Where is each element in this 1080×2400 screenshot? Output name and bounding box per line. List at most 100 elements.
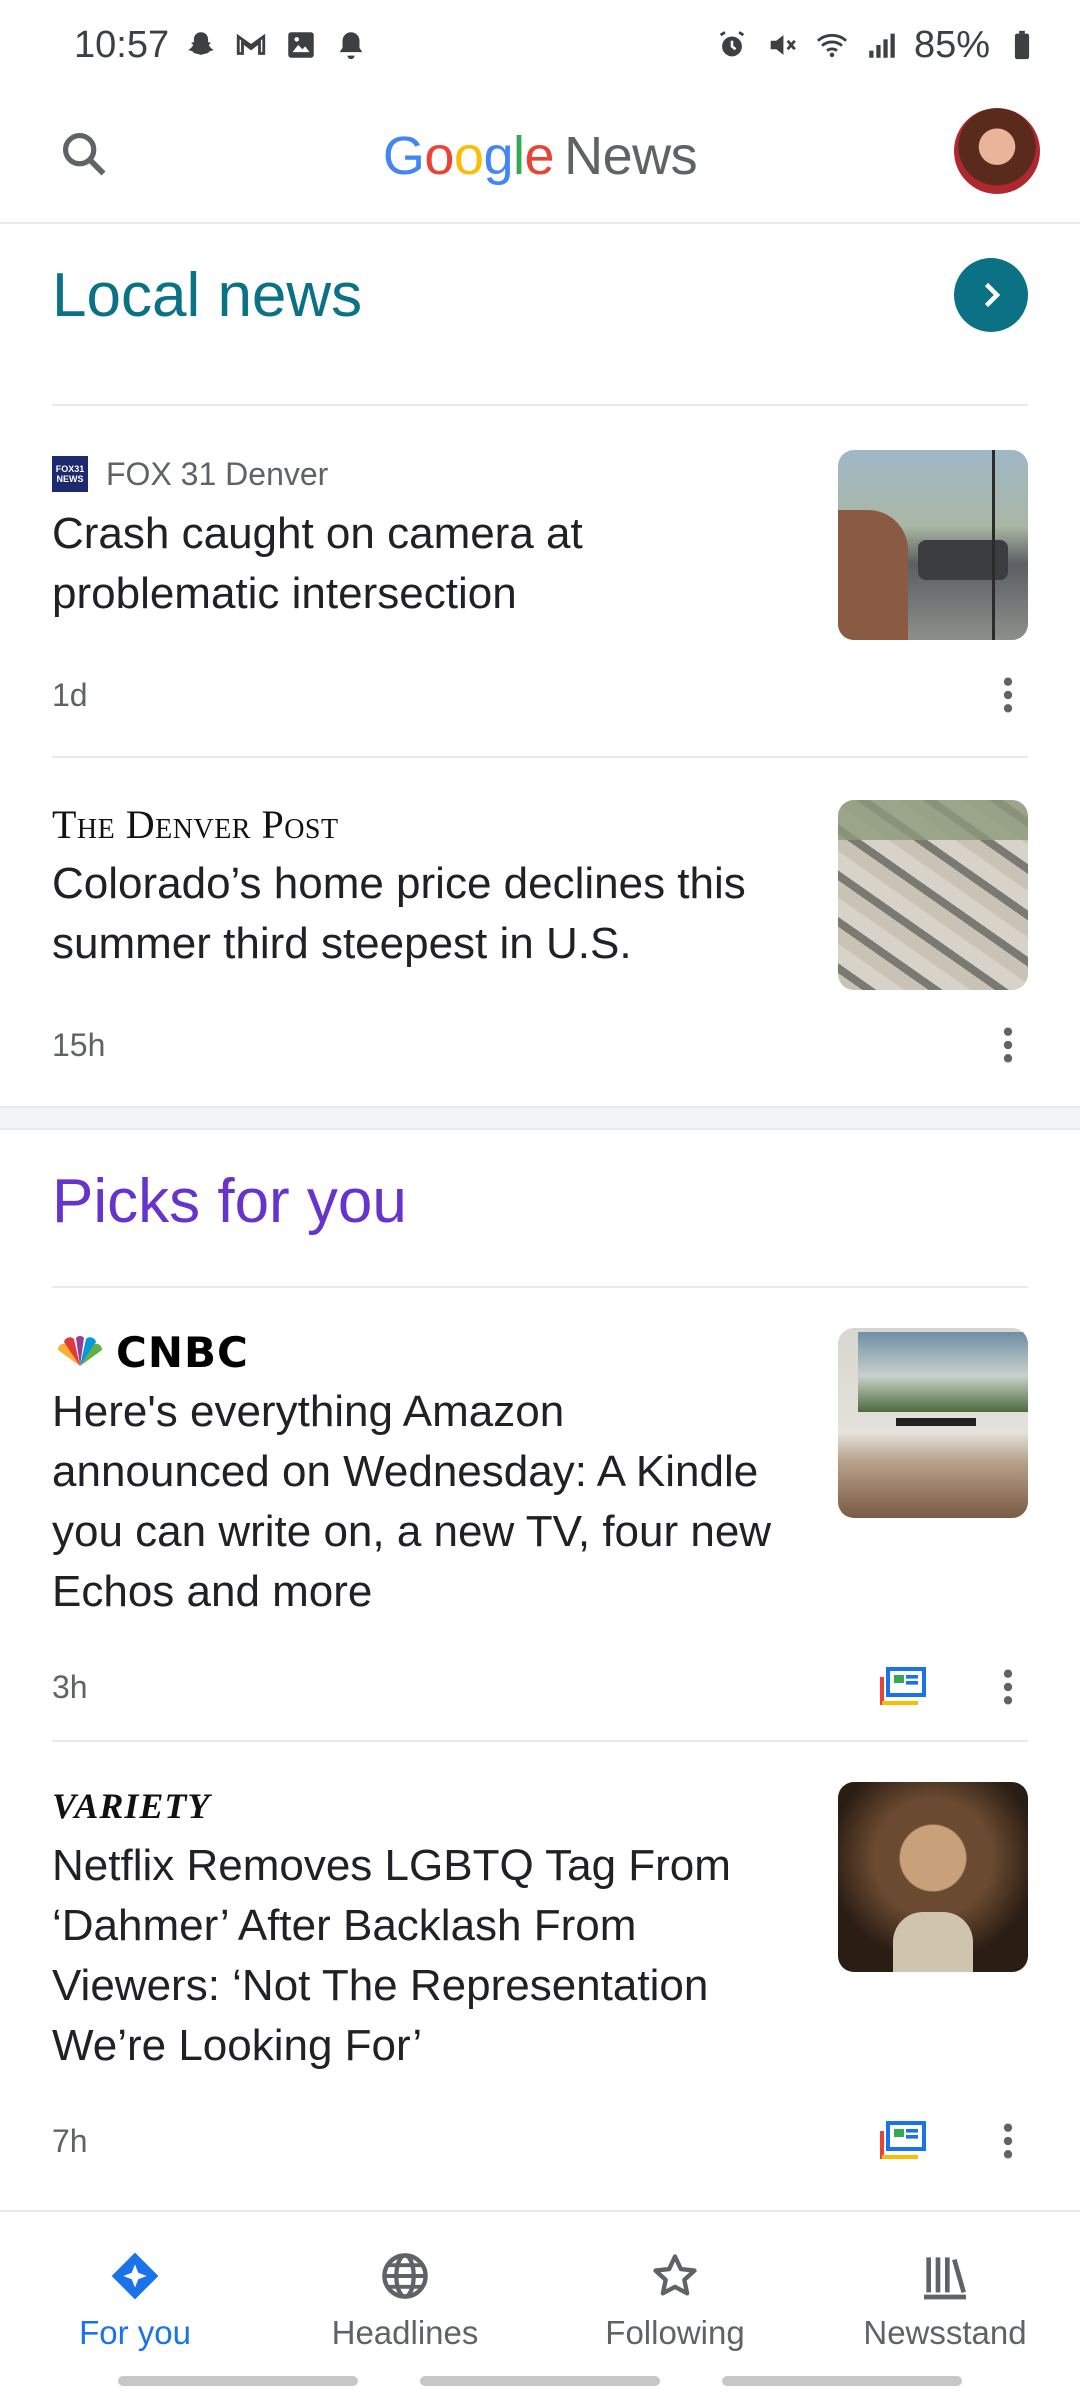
article-meta: 1d xyxy=(52,670,1028,720)
divider xyxy=(52,404,1028,406)
picks-title: Picks for you xyxy=(52,1167,407,1236)
more-vert-icon xyxy=(1003,677,1013,713)
section-separator xyxy=(0,1106,1080,1130)
wifi-icon xyxy=(814,27,850,63)
article-actions xyxy=(878,2116,1028,2166)
article-text: VARIETY Netflix Removes LGBTQ Tag From ‘… xyxy=(52,1782,792,2076)
more-vert-icon xyxy=(1003,1027,1013,1063)
gesture-bar xyxy=(722,2376,962,2386)
battery-percent: 85% xyxy=(913,23,990,66)
gmail-icon xyxy=(233,27,269,63)
logo-letter: o xyxy=(453,126,484,186)
search-icon xyxy=(62,132,106,176)
article-meta: 7h xyxy=(52,2116,1028,2166)
article-headline[interactable]: Crash caught on camera at problematic in… xyxy=(52,504,792,624)
article-headline[interactable]: Netflix Removes LGBTQ Tag From ‘Dahmer’ … xyxy=(52,1836,792,2076)
snapchat-icon xyxy=(183,27,219,63)
nav-following[interactable]: Following xyxy=(540,2212,810,2400)
article-thumbnail[interactable] xyxy=(838,450,1028,640)
full-coverage-icon[interactable] xyxy=(878,2121,928,2161)
nav-label: For you xyxy=(79,2314,191,2351)
app-bar: Google News xyxy=(0,90,1080,224)
gallery-icon xyxy=(283,27,319,63)
status-right: 85% xyxy=(714,24,1040,67)
variety-logo: VARIETY xyxy=(52,1786,211,1826)
divider xyxy=(52,1286,1028,1288)
globe-icon xyxy=(377,2248,433,2304)
nav-newsstand[interactable]: Newsstand xyxy=(810,2212,1080,2400)
nav-headlines[interactable]: Headlines xyxy=(270,2212,540,2400)
nav-label: Newsstand xyxy=(863,2314,1027,2351)
fox31-logo: FOX31 NEWS xyxy=(52,456,88,492)
source-name: FOX 31 Denver xyxy=(106,455,329,492)
article-more-button[interactable] xyxy=(988,670,1028,720)
article-source: VARIETY xyxy=(52,1782,792,1830)
gesture-bar xyxy=(420,2376,660,2386)
article-card[interactable]: VARIETY Netflix Removes LGBTQ Tag From ‘… xyxy=(52,1782,1028,2162)
divider xyxy=(52,1740,1028,1742)
google-news-logo: Google News xyxy=(382,125,698,187)
for-you-icon xyxy=(107,2248,163,2304)
status-left: 10:57 xyxy=(74,24,369,67)
newsstand-icon xyxy=(917,2248,973,2304)
article-thumbnail[interactable] xyxy=(838,1328,1028,1518)
search-button[interactable] xyxy=(52,122,116,186)
article-text: FOX31 NEWS FOX 31 Denver Crash caught on… xyxy=(52,450,792,624)
article-headline[interactable]: Here's everything Amazon announced on We… xyxy=(52,1382,792,1622)
status-time: 10:57 xyxy=(74,23,170,66)
status-bar: 10:57 85% xyxy=(0,0,1080,90)
more-vert-icon xyxy=(1003,2123,1013,2159)
nav-label: Headlines xyxy=(331,2314,479,2351)
article-age: 15h xyxy=(52,1026,106,1063)
article-source: CNBC xyxy=(52,1328,792,1377)
article-thumbnail[interactable] xyxy=(838,800,1028,990)
article-age: 7h xyxy=(52,2122,88,2159)
alarm-icon xyxy=(714,27,750,63)
article-more-button[interactable] xyxy=(988,1020,1028,1070)
article-headline[interactable]: Colorado’s home price declines this summ… xyxy=(52,854,792,974)
article-actions xyxy=(878,1662,1028,1712)
logo-letter: g xyxy=(483,126,514,186)
article-meta: 15h xyxy=(52,1020,1028,1070)
local-news-more-button[interactable] xyxy=(954,258,1028,332)
signal-icon xyxy=(864,27,900,63)
star-icon xyxy=(647,2248,703,2304)
logo-letter: l xyxy=(513,126,525,186)
local-news-header[interactable]: Local news xyxy=(52,258,1028,332)
full-coverage-icon[interactable] xyxy=(878,1667,928,1707)
article-more-button[interactable] xyxy=(988,1662,1028,1712)
cnbc-logo: CNBC xyxy=(52,1328,249,1377)
article-source: FOX31 NEWS FOX 31 Denver xyxy=(52,450,792,498)
article-text: The Denver Post Colorado’s home price de… xyxy=(52,800,792,974)
divider xyxy=(52,756,1028,758)
nav-label: Following xyxy=(605,2314,745,2351)
notification-bell-icon xyxy=(333,27,369,63)
source-name: CNBC xyxy=(116,1327,249,1377)
logo-letter: e xyxy=(524,126,555,186)
mute-icon xyxy=(764,27,800,63)
account-avatar[interactable] xyxy=(954,108,1040,194)
bottom-navigation: For you Headlines Following Newsstand xyxy=(0,2210,1080,2400)
logo-letter: G xyxy=(382,126,425,186)
article-more-button[interactable] xyxy=(988,2116,1028,2166)
article-card[interactable]: CNBC Here's everything Amazon announced … xyxy=(52,1328,1028,1708)
article-age: 1d xyxy=(52,676,88,713)
denver-post-logo: The Denver Post xyxy=(52,801,339,847)
more-vert-icon xyxy=(1003,1669,1013,1705)
peacock-icon xyxy=(57,1336,103,1366)
local-news-title: Local news xyxy=(52,260,363,330)
article-card[interactable]: FOX31 NEWS FOX 31 Denver Crash caught on… xyxy=(52,450,1028,720)
logo-suffix: News xyxy=(564,126,698,186)
article-thumbnail[interactable] xyxy=(838,1782,1028,1972)
article-text: CNBC Here's everything Amazon announced … xyxy=(52,1328,792,1622)
gesture-bar xyxy=(118,2376,358,2386)
article-meta: 3h xyxy=(52,1662,1028,1712)
picks-header: Picks for you xyxy=(52,1166,1028,1237)
article-card[interactable]: The Denver Post Colorado’s home price de… xyxy=(52,800,1028,1070)
article-age: 3h xyxy=(52,1668,88,1705)
logo-letter: o xyxy=(424,126,454,186)
nav-for-you[interactable]: For you xyxy=(0,2212,270,2400)
article-source: The Denver Post xyxy=(52,800,792,848)
chevron-right-icon xyxy=(984,282,1001,308)
battery-icon xyxy=(1004,27,1040,63)
